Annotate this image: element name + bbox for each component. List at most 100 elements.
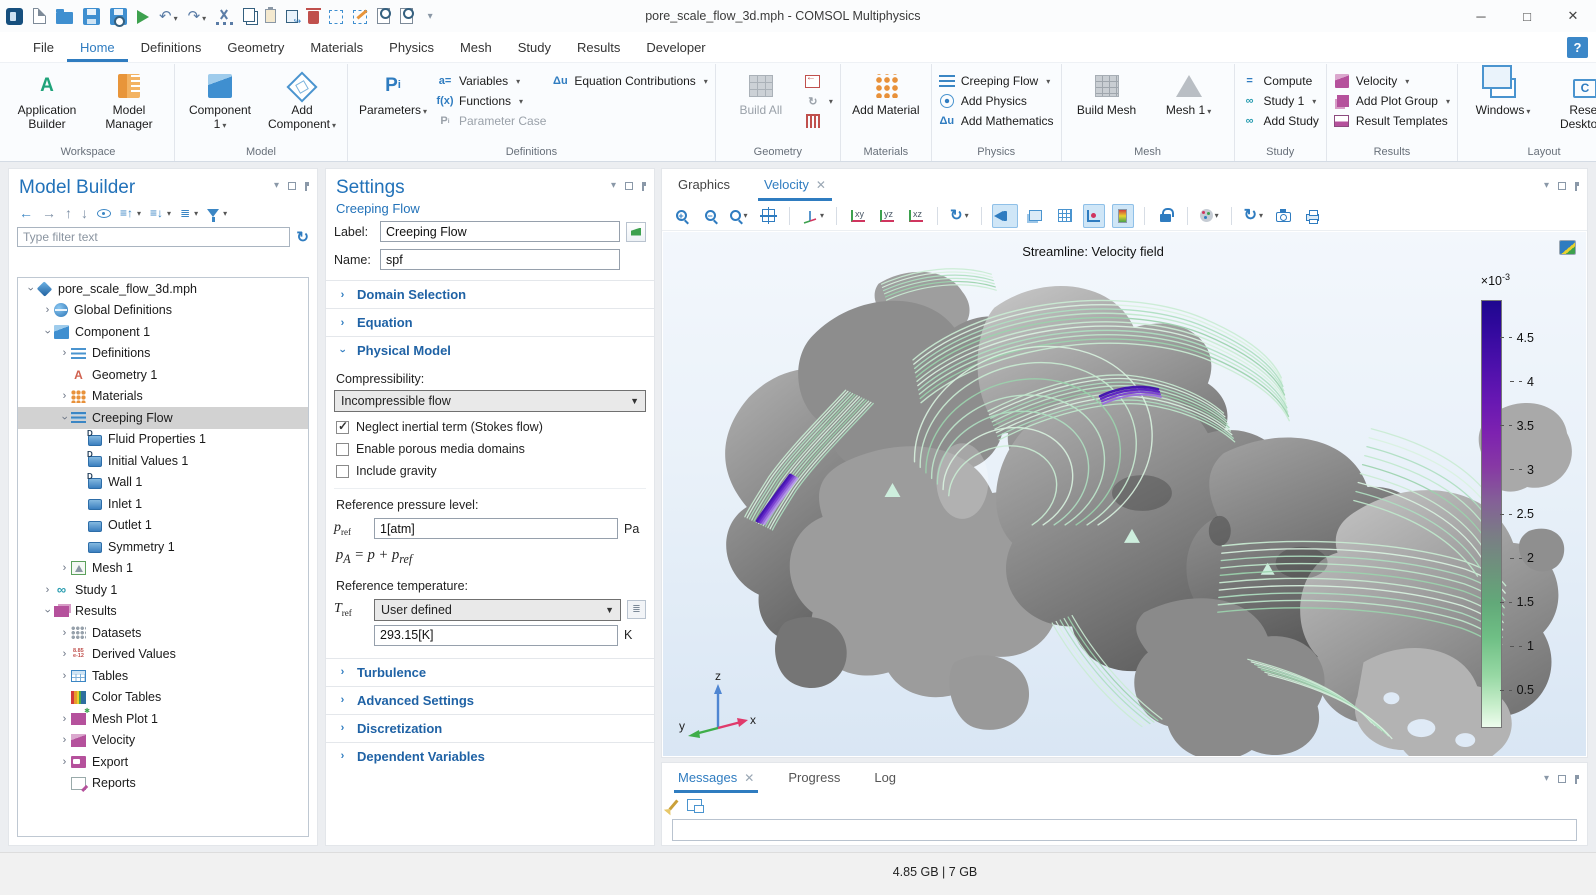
tree-item-results[interactable]: ›Results [18, 601, 308, 623]
menu-tab-materials[interactable]: Materials [297, 34, 376, 62]
lock-view-icon[interactable] [1155, 204, 1177, 228]
tree-item-initial-values-1[interactable]: Initial Values 1 [18, 450, 308, 472]
tree-item-color-tables[interactable]: Color Tables [18, 687, 308, 709]
menu-tab-file[interactable]: File [20, 34, 67, 62]
tree-chevron-icon[interactable]: › [25, 282, 37, 295]
velocity-plot-button[interactable]: Velocity▾ [1334, 73, 1450, 89]
cut-icon[interactable] [216, 8, 233, 25]
build-all-button[interactable]: Build All [721, 67, 801, 119]
transparency-icon[interactable] [1025, 204, 1047, 228]
forward-arrow-icon[interactable]: → [42, 205, 56, 221]
compressibility-select[interactable]: Incompressible flow ▼ [334, 390, 646, 412]
panel-menu-icon[interactable]: ▾ [1544, 774, 1549, 784]
table-message-icon[interactable] [687, 799, 702, 811]
tree-item-datasets[interactable]: ›Datasets [18, 622, 308, 644]
close-button[interactable]: ✕ [1550, 0, 1596, 32]
appearance-icon[interactable]: ▾ [1198, 204, 1221, 228]
graphics-canvas[interactable]: Streamline: Velocity field ×10-3 4.543.5… [663, 232, 1586, 756]
snapshot-icon[interactable] [1272, 204, 1294, 228]
add-component-button[interactable]: Add Component▾ [262, 67, 342, 134]
checkbox-enable-porous-media-domains[interactable]: Enable porous media domains [334, 438, 646, 460]
tree-item-tables[interactable]: ›Tables [18, 665, 308, 687]
view-xy-icon[interactable]: xy [847, 204, 869, 228]
checkbox-include-gravity[interactable]: Include gravity [334, 460, 646, 482]
help-button[interactable]: ? [1567, 37, 1588, 58]
section-equation[interactable]: ›Equation [326, 308, 654, 336]
add-physics-button[interactable]: Add Physics [939, 93, 1054, 109]
zoom-extents-icon[interactable] [757, 204, 779, 228]
view-yz-icon[interactable]: yz [876, 204, 898, 228]
study-1-button[interactable]: ∞Study 1▾ [1242, 93, 1319, 109]
rename-button[interactable] [626, 222, 646, 242]
virtual-operations-button[interactable] [805, 113, 833, 129]
pref-input[interactable] [374, 518, 618, 539]
view-xz-icon[interactable]: xz [905, 204, 927, 228]
menu-tab-geometry[interactable]: Geometry [214, 34, 297, 62]
tab-messages[interactable]: Messages✕ [674, 763, 758, 793]
grid-icon[interactable] [1054, 204, 1076, 228]
section-discretization[interactable]: ›Discretization [326, 714, 654, 742]
update-geometry-button[interactable]: ↻▾ [805, 93, 833, 109]
menu-tab-physics[interactable]: Physics [376, 34, 447, 62]
plot-thumbnail-icon[interactable] [1559, 240, 1576, 255]
tree-item-geometry-1[interactable]: AGeometry 1 [18, 364, 308, 386]
tree-item-outlet-1[interactable]: Outlet 1 [18, 515, 308, 537]
delete-icon[interactable] [308, 11, 319, 24]
add-material-button[interactable]: Add Material [846, 67, 926, 119]
find-replace-icon[interactable] [400, 8, 413, 24]
tab-progress[interactable]: Progress [784, 763, 844, 793]
menu-tab-developer[interactable]: Developer [633, 34, 718, 62]
filter-input[interactable] [17, 227, 290, 247]
tree-chevron-icon[interactable]: › [58, 713, 71, 725]
customize-toolbar-icon[interactable]: ▾ [423, 8, 437, 25]
refresh-icon[interactable]: ↻ [296, 228, 309, 246]
checkbox-neglect-inertial-term-stokes-flow[interactable]: Neglect inertial term (Stokes flow) [334, 416, 646, 438]
tree-item-pore-scale-flow-3d-mph[interactable]: ›pore_scale_flow_3d.mph [18, 278, 308, 300]
minimize-button[interactable]: ─ [1458, 0, 1504, 32]
move-up-arrow-icon[interactable]: ↑ [65, 205, 72, 221]
tree-item-inlet-1[interactable]: Inlet 1 [18, 493, 308, 515]
maximize-button[interactable]: □ [1504, 0, 1550, 32]
tab-velocity[interactable]: Velocity✕ [758, 169, 832, 201]
tree-item-global-definitions[interactable]: ›Global Definitions [18, 300, 308, 322]
open-file-icon[interactable] [56, 12, 73, 24]
plot-axes-icon[interactable] [1083, 204, 1105, 228]
label-input[interactable] [380, 221, 620, 242]
parameters-button[interactable]: PiParameters▾ [353, 67, 433, 119]
tree-chevron-icon[interactable]: › [42, 605, 54, 618]
scene-light-icon[interactable] [992, 204, 1018, 228]
import-geometry-button[interactable] [805, 73, 833, 89]
comsol-logo-icon[interactable] [6, 8, 23, 25]
clear-messages-icon[interactable] [668, 799, 678, 810]
compute-button[interactable]: =Compute [1242, 73, 1319, 89]
section-domain-selection[interactable]: ›Domain Selection [326, 280, 654, 308]
tree-chevron-icon[interactable]: › [58, 347, 71, 359]
filter-funnel-icon[interactable] [207, 209, 219, 217]
paste-icon[interactable] [265, 9, 276, 23]
tree-item-reports[interactable]: Reports [18, 773, 308, 795]
zoom-box-icon[interactable]: ▾ [728, 204, 750, 228]
tree-chevron-icon[interactable]: › [42, 325, 54, 338]
close-icon[interactable]: ✕ [744, 771, 754, 785]
tref-select[interactable]: User defined ▼ [374, 599, 621, 621]
menu-tab-results[interactable]: Results [564, 34, 633, 62]
tree-item-derived-values[interactable]: ›8.85e-12Derived Values [18, 644, 308, 666]
tree-chevron-icon[interactable]: › [59, 411, 71, 424]
section-advanced-settings[interactable]: ›Advanced Settings [326, 686, 654, 714]
copy-icon[interactable] [243, 8, 255, 22]
tree-chevron-icon[interactable]: › [58, 390, 71, 402]
menu-tab-definitions[interactable]: Definitions [128, 34, 215, 62]
show-eye-icon[interactable] [97, 209, 111, 218]
deselect-box-icon[interactable] [353, 10, 367, 24]
tree-item-creeping-flow[interactable]: ›Creeping Flow [18, 407, 308, 429]
find-icon[interactable] [377, 8, 390, 24]
panel-float-icon[interactable] [1558, 182, 1566, 190]
color-legend-icon[interactable] [1112, 204, 1134, 228]
temperature-input[interactable] [374, 625, 618, 646]
tree-item-mesh-1[interactable]: ›Mesh 1 [18, 558, 308, 580]
duplicate-icon[interactable] [286, 10, 298, 23]
tree-chevron-icon[interactable]: › [58, 670, 71, 682]
expand-all-icon[interactable]: ≡↑ [120, 206, 133, 220]
tab-log[interactable]: Log [870, 763, 900, 793]
tree-chevron-icon[interactable]: › [41, 584, 54, 596]
